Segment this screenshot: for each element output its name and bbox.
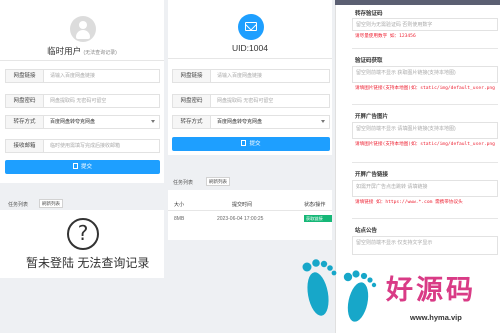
announcement-input[interactable]: 留空则前端不显示 仅支持文字显示 — [352, 236, 498, 255]
submit-button[interactable]: 提交 — [5, 160, 160, 174]
col-status: 状态/操作 — [304, 202, 326, 208]
captcha-label: 转存验证码 — [355, 11, 383, 17]
captcha-input[interactable]: 留空则为无需验证码 否则使用数字 — [352, 18, 498, 31]
splash-link-note: 请填链接 如：https://www.*.com 需携带协议头 — [355, 200, 463, 205]
user-note: (无法查询记录) — [83, 50, 117, 56]
splash-image-input[interactable]: 留空则前端不显示 请填图片链接(支持本地图) — [352, 122, 498, 139]
email-input[interactable]: 临时使用需填写完成后接收邮箱 — [50, 140, 155, 152]
uid-label: UID:1004 — [232, 43, 268, 53]
link-input[interactable]: 请输入百度网盘链接 — [217, 70, 325, 82]
method-select[interactable]: 转存方式 百度网盘转夸克网盘 — [5, 115, 160, 129]
splash-link-label: 开屏广告链接 — [355, 172, 389, 178]
default-avatar-icon — [70, 16, 96, 42]
email-field-label: 接收邮箱 — [6, 140, 44, 152]
captcha-source-note: 请填图片链接(支持本地图)如：static/img/default_user.p… — [355, 86, 495, 91]
question-icon: ? — [67, 218, 99, 250]
divider — [352, 218, 498, 219]
tasks-label: 任务列表 — [173, 180, 194, 186]
splash-image-note: 请填图片链接(支持本地图)如：static/img/default_user.p… — [355, 142, 495, 147]
refresh-list-button[interactable]: 刷新列表 — [39, 199, 63, 208]
empty-message: 暂未登陆 无法查询记录 — [26, 256, 150, 270]
mail-avatar-icon — [238, 14, 264, 40]
splash-image-label: 开屏广告图片 — [355, 114, 389, 120]
method-select-value[interactable]: 百度网盘转夸克网盘 — [217, 116, 325, 128]
submit-label: 提交 — [80, 164, 92, 170]
divider — [352, 48, 498, 49]
link-field-label: 网盘链接 — [173, 70, 211, 82]
col-time: 提交时间 — [232, 202, 253, 208]
cell-size: 8MB — [174, 216, 185, 222]
divider — [352, 162, 498, 163]
password-input[interactable]: 网盘提取码 无密码可留空 — [50, 95, 155, 107]
refresh-list-button[interactable]: 刷新列表 — [206, 177, 230, 186]
get-link-button[interactable]: 获取链接 — [304, 215, 332, 222]
method-select-label: 转存方式 — [6, 116, 44, 128]
watermark-url: www.hyma.vip — [410, 313, 462, 322]
chevron-down-icon[interactable] — [151, 120, 155, 123]
link-field-label: 网盘链接 — [6, 70, 44, 82]
link-input[interactable]: 请输入百度网盘链接 — [50, 70, 155, 82]
method-select-label: 转存方式 — [173, 116, 211, 128]
document-icon — [241, 140, 247, 147]
col-size: 大小 — [174, 202, 185, 208]
password-field[interactable]: 网盘密码 网盘提取码 无密码可留空 — [5, 94, 160, 108]
link-field[interactable]: 网盘链接 请输入百度网盘链接 — [5, 69, 160, 83]
link-field[interactable]: 网盘链接 请输入百度网盘链接 — [172, 69, 330, 83]
method-select[interactable]: 转存方式 百度网盘转夸克网盘 — [172, 115, 330, 129]
password-input[interactable]: 网盘提取码 无密码可留空 — [217, 95, 325, 107]
captcha-source-label: 验证码获取 — [355, 58, 383, 64]
splash-link-input[interactable]: 如需开屏广告点击跳转 请填链接 — [352, 180, 498, 197]
password-field-label: 网盘密码 — [173, 95, 211, 107]
method-select-value[interactable]: 百度网盘转夸克网盘 — [50, 116, 155, 128]
user-title-text: 临时用户 — [47, 46, 82, 56]
password-field[interactable]: 网盘密码 网盘提取码 无密码可留空 — [172, 94, 330, 108]
announcement-label: 站点公告 — [355, 228, 378, 234]
tasks-label: 任务列表 — [8, 202, 29, 208]
captcha-note: 请尽量使用数字 如：123456 — [355, 34, 416, 39]
password-field-label: 网盘密码 — [6, 95, 44, 107]
document-icon — [72, 163, 78, 170]
divider — [0, 60, 164, 61]
cell-time: 2023-06-04 17:00:25 — [217, 216, 264, 222]
captcha-source-input[interactable]: 留空则前端不显示 获取图片链接(支持本地图) — [352, 66, 498, 83]
chevron-down-icon[interactable] — [321, 120, 325, 123]
table-header-divider — [168, 210, 332, 211]
submit-label: 提交 — [249, 141, 261, 147]
email-field[interactable]: 接收邮箱 临时使用需填写完成后接收邮箱 — [5, 139, 160, 153]
user-title: 临时用户 (无法查询记录) — [0, 45, 164, 57]
watermark-text: 好源码 — [386, 275, 476, 306]
divider — [168, 58, 332, 59]
divider — [352, 104, 498, 105]
submit-button[interactable]: 提交 — [172, 137, 330, 151]
footprint-logo — [302, 259, 377, 322]
